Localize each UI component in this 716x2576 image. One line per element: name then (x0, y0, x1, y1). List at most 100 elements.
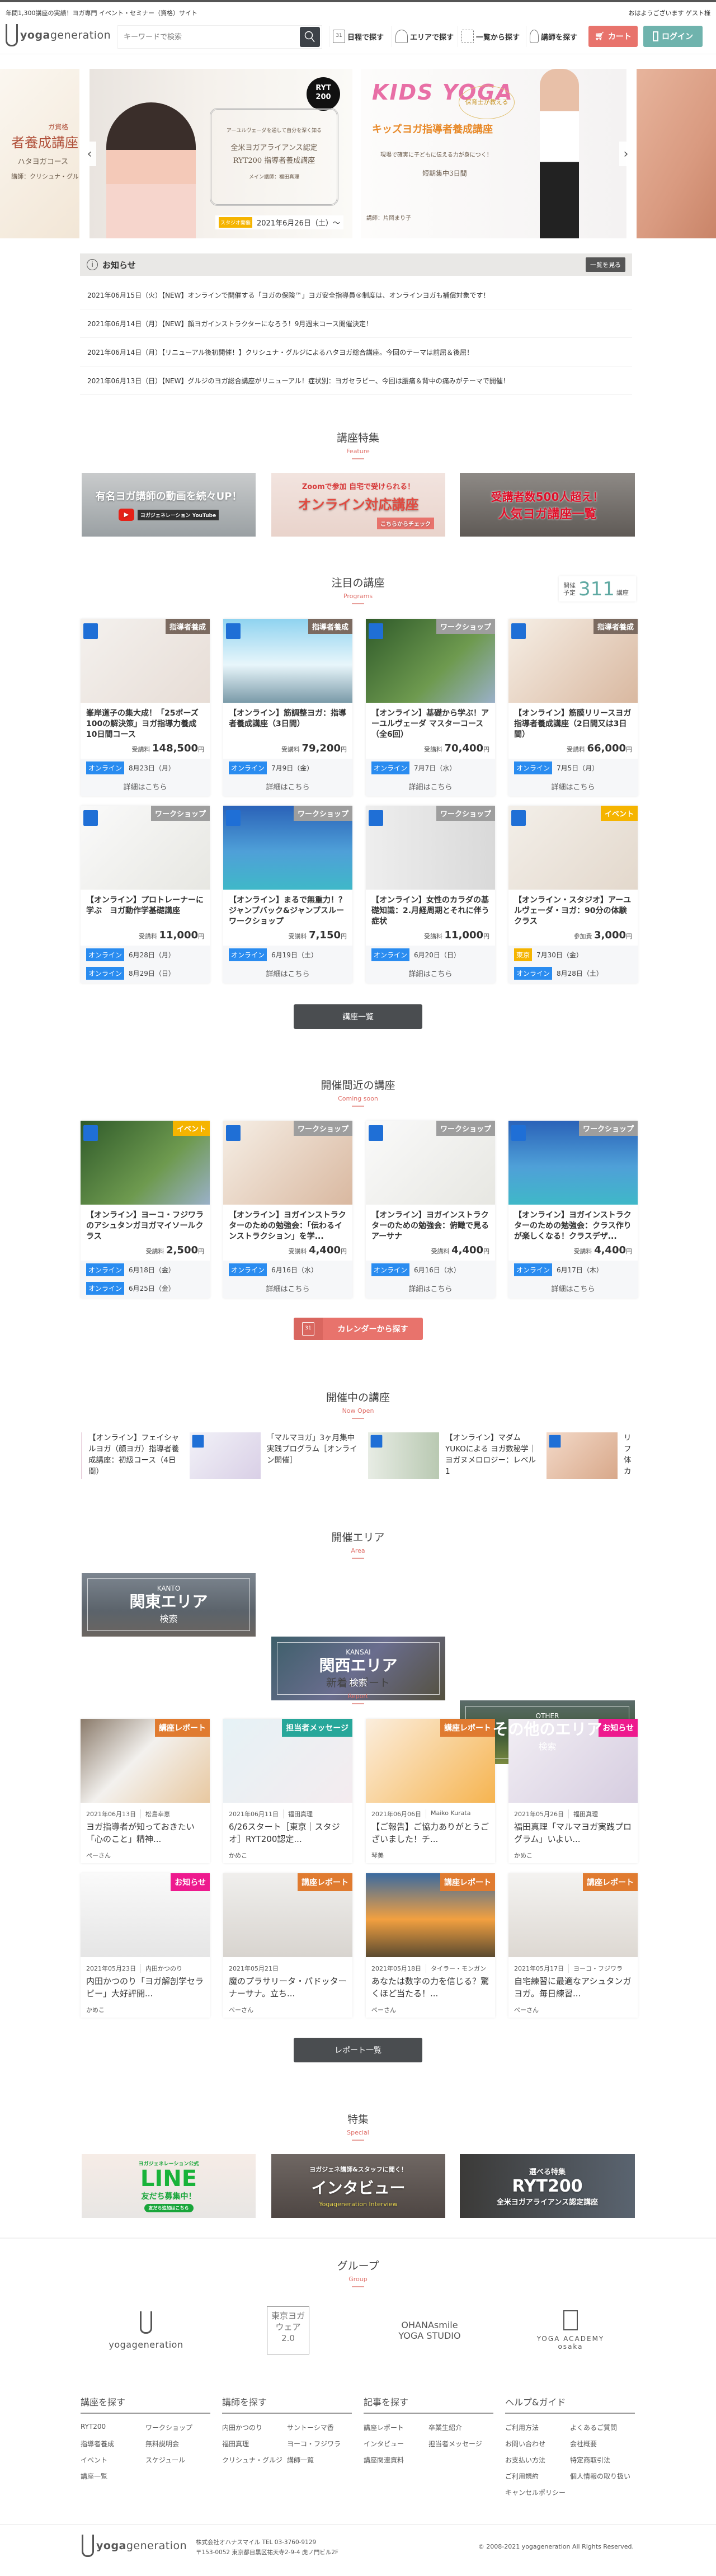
course-card[interactable]: ワークショップ 【オンライン】ヨガインストラクターのための勉強会：俯瞰で見るアー… (366, 1121, 495, 1298)
footer-link[interactable]: ワークショップ (145, 2423, 210, 2433)
special-banner-ryt200[interactable]: 選べる特集 RYT200 全米ヨガアライアンス認定講座 (460, 2154, 635, 2218)
report-card[interactable]: 講座レポート 2021年06月13日 松島幸恵 ヨガ指導者が知っておきたい「心のこ… (81, 1719, 210, 1863)
detail-link[interactable]: 詳細はこちら (366, 777, 495, 796)
date-row[interactable]: オンライン 8月23日（月） (81, 759, 210, 777)
footer-link[interactable]: ヨーコ・フジワラ (287, 2439, 352, 2450)
report-card[interactable]: 担当者メッセージ 2021年06月11日 福田真理 6/26スタート［東京｜スタジ… (223, 1719, 352, 1863)
course-card[interactable]: ワークショップ 【オンライン】女性のカラダの基礎知識：2.月経周期とそれに伴う症… (366, 806, 495, 983)
course-card[interactable]: 指導者養成 【オンライン】筋膜リリースヨガ指導者養成講座（2日間又は3日間） 受… (508, 619, 638, 796)
footer-link[interactable]: 担当者メッセージ (428, 2439, 493, 2450)
group-logo-ohanasmile[interactable]: OHANAsmile YOGA STUDIO (379, 2305, 480, 2356)
date-row[interactable]: オンライン 8月28日（土） (508, 964, 638, 983)
course-card[interactable]: ワークショップ 【オンライン】プロトレーナーに学ぶ ヨガ動作学基礎講座 受講料 … (81, 806, 210, 983)
footer-link[interactable]: 特定商取引法 (570, 2455, 635, 2466)
date-row[interactable]: オンライン 6月25日（金） (81, 1279, 210, 1298)
course-card[interactable]: イベント 【オンライン】ヨーコ・フジワラのアシュタンガヨガマイソールクラス 受講… (81, 1121, 210, 1298)
date-row[interactable]: オンライン 6月20日（日） (366, 946, 495, 964)
footer-link[interactable]: よくあるご質問 (570, 2423, 635, 2433)
course-title[interactable]: 【オンライン】筋調整ヨガ：指導者養成講座（3日間） (229, 708, 347, 740)
report-card[interactable]: 講座レポート 2021年05月21日 魔のプラサリータ・パドッターナーサナ。立ち… (223, 1873, 352, 2018)
course-title[interactable]: 【オンライン】女性のカラダの基礎知識：2.月経周期とそれに伴う症状 (371, 895, 489, 927)
course-card[interactable]: イベント 【オンライン・スタジオ】アーユルヴェーダ・ヨガ：90分の体験クラス 参… (508, 806, 638, 983)
special-banner-line[interactable]: ヨガジェネレーション公式 LINE 友だち募集中！ 友だち追加はこちら (82, 2154, 256, 2218)
report-list-button[interactable]: レポート一覧 (294, 2038, 422, 2062)
detail-link[interactable]: 詳細はこちら (223, 1279, 352, 1298)
notice-item[interactable]: 2021年06月15日（火）【NEW】オンラインで開催する「ヨガの保険™」ヨガ安… (80, 281, 632, 309)
footer-link[interactable]: 福田真理 (222, 2439, 287, 2450)
cart-button[interactable]: 🛒︎ カート (588, 26, 638, 47)
group-logo-yogageneration[interactable]: yogageneration (96, 2305, 196, 2356)
report-title[interactable]: 魔のプラサリータ・パドッターナーサナ。立ち... (223, 1973, 352, 2001)
footer-link[interactable]: 無料説明会 (145, 2439, 210, 2450)
notice-item[interactable]: 2021年06月14日（月）【リニューアル後初開催！】クリシュナ・グルジによるハ… (80, 339, 632, 366)
date-row[interactable]: オンライン 6月17日（木） (508, 1261, 638, 1279)
area-tile-kanto[interactable]: KANTO 関東エリア 検索 (82, 1573, 256, 1637)
footer-link[interactable]: サントーシマ香 (287, 2423, 352, 2433)
feature-banner-online[interactable]: Zoomで参加 自宅で受けられる！ オンライン対応講座 こちらからチェック (271, 473, 445, 537)
detail-link[interactable]: 詳細はこちら (223, 964, 352, 983)
detail-link[interactable]: 詳細はこちら (508, 1279, 638, 1298)
now-open-item[interactable]: 「マルマヨガ」3ヶ月集中実践プログラム［オンライン開催］ (190, 1432, 361, 1479)
now-open-item[interactable]: 【オンライン】フェイシャルヨガ（顔ヨガ）指導者養成講座：初級コース（4日間） (81, 1432, 183, 1479)
nav-list[interactable]: 一覧から探す (458, 26, 520, 47)
course-title[interactable]: 【オンライン】ヨーコ・フジワラのアシュタンガヨガマイソールクラス (86, 1210, 204, 1242)
footer-link[interactable]: インタビュー (364, 2439, 428, 2450)
detail-link[interactable]: 詳細はこちら (81, 777, 210, 796)
nav-teacher[interactable]: 講師を探す (526, 26, 577, 47)
footer-link[interactable]: 内田かつのり (222, 2423, 287, 2433)
hero-next-button[interactable]: › (619, 142, 633, 166)
feature-banner-youtube[interactable]: 有名ヨガ講師の動画を続々UP！ ▶ ヨガジェネレーション YouTube (82, 473, 256, 537)
report-title[interactable]: 内田かつのり「ヨガ解剖学セラピー」大好評開... (81, 1973, 210, 2001)
report-card[interactable]: お知らせ 2021年05月23日 内田かつのり 内田かつのり「ヨガ解剖学セラピー」… (81, 1873, 210, 2018)
date-row[interactable]: オンライン 6月16日（水） (366, 1261, 495, 1279)
course-card[interactable]: ワークショップ 【オンライン】基礎から学ぶ！アーユルヴェーダ マスターコース（全… (366, 619, 495, 796)
date-row[interactable]: オンライン 6月28日（月） (81, 946, 210, 964)
hero-slide-kids[interactable]: KIDS YOGA 保育士が教える キッズヨガ指導者養成講座 現場で確実に子ども… (361, 69, 626, 238)
course-title[interactable]: 【オンライン】ヨガインストラクターのための勉強会：クラス作りが楽しくなる！クラス… (514, 1210, 632, 1242)
course-title[interactable]: 峯岸道子の集大成！「25ポーズ100の解決策」ヨガ指導力養成10日間コース (86, 708, 204, 740)
course-title[interactable]: 【オンライン】筋膜リリースヨガ指導者養成講座（2日間又は3日間） (514, 708, 632, 740)
date-row[interactable]: オンライン 6月19日（土） (223, 946, 352, 964)
footer-link[interactable]: お問い合わせ (505, 2439, 570, 2450)
report-card[interactable]: 講座レポート 2021年05月18日 タイラー・モンガン あなたは数字の力を信じる… (366, 1873, 495, 2018)
detail-link[interactable]: 詳細はこちら (223, 777, 352, 796)
date-row[interactable]: オンライン 6月16日（水） (223, 1261, 352, 1279)
now-open-item[interactable]: リフ体カ (547, 1432, 635, 1479)
date-row[interactable]: オンライン 6月18日（金） (81, 1261, 210, 1279)
notice-more-button[interactable]: 一覧を見る (586, 257, 625, 272)
footer-logo[interactable]: yogageneration (82, 2535, 187, 2557)
course-title[interactable]: 【オンライン】プロトレーナーに学ぶ ヨガ動作学基礎講座 (86, 895, 204, 927)
report-title[interactable]: あなたは数字の力を信じる？驚くほど当たる！... (366, 1973, 495, 2001)
footer-link[interactable]: 指導者養成 (81, 2439, 145, 2450)
report-card[interactable]: 講座レポート 2021年05月17日 ヨーコ・フジワラ 自宅練習に最適なアシュタン… (508, 1873, 638, 2018)
program-list-button[interactable]: 講座一覧 (294, 1004, 422, 1029)
group-logo-yoga-academy[interactable]: YOGA ACADEMY osaka (520, 2305, 621, 2356)
group-logo-tokyo-yogawear[interactable]: 東京ヨガウェア2.0 (238, 2305, 338, 2356)
course-card[interactable]: 指導者養成 【オンライン】筋調整ヨガ：指導者養成講座（3日間） 受講料 79,2… (223, 619, 352, 796)
detail-link[interactable]: 詳細はこちら (366, 964, 495, 983)
footer-link[interactable]: スケジュール (145, 2455, 210, 2466)
course-title[interactable]: 【オンライン】ヨガインストラクターのための勉強会：俯瞰で見るアーサナ (371, 1210, 489, 1242)
footer-link[interactable]: 講座関連資料 (364, 2455, 428, 2466)
footer-link[interactable]: ご利用方法 (505, 2423, 570, 2433)
special-banner-interview[interactable]: ヨガジェネ講師&スタッフに聞く！ インタビュー Yogageneration I… (271, 2154, 445, 2218)
search-button[interactable] (300, 27, 320, 47)
detail-link[interactable]: 詳細はこちら (508, 777, 638, 796)
footer-link[interactable]: 講師一覧 (287, 2455, 352, 2466)
footer-link[interactable]: 卒業生紹介 (428, 2423, 493, 2433)
footer-link[interactable]: RYT200 (81, 2423, 145, 2433)
date-row[interactable]: オンライン 7月5日（月） (508, 759, 638, 777)
hero-prev-button[interactable]: ‹ (83, 142, 96, 166)
course-title[interactable]: 【オンライン】まるで無重力！？ジャンプバック&ジャンプスルーワークショップ (229, 895, 347, 927)
course-title[interactable]: 【オンライン・スタジオ】アーユルヴェーダ・ヨガ：90分の体験クラス (514, 895, 632, 927)
course-card[interactable]: 指導者養成 峯岸道子の集大成！「25ポーズ100の解決策」ヨガ指導力養成10日間… (81, 619, 210, 796)
nav-schedule[interactable]: 31 日程で探す (329, 26, 384, 47)
feature-banner-popular[interactable]: 受講者数500人超え！ 人気ヨガ講座一覧 (460, 473, 635, 537)
hero-slide-next[interactable] (637, 69, 716, 238)
footer-link[interactable]: ご利用規約 (505, 2471, 570, 2482)
detail-link[interactable]: 詳細はこちら (366, 1279, 495, 1298)
footer-link[interactable]: 講座一覧 (81, 2471, 145, 2482)
calendar-search-button[interactable]: 31 カレンダーから探す (294, 1318, 423, 1340)
now-open-item[interactable]: 【オンライン】マダムYUKOによる ヨガ数秘学｜ヨガヌメロロジー：レベル1 (368, 1432, 540, 1479)
login-button[interactable]: ログイン (643, 26, 703, 47)
